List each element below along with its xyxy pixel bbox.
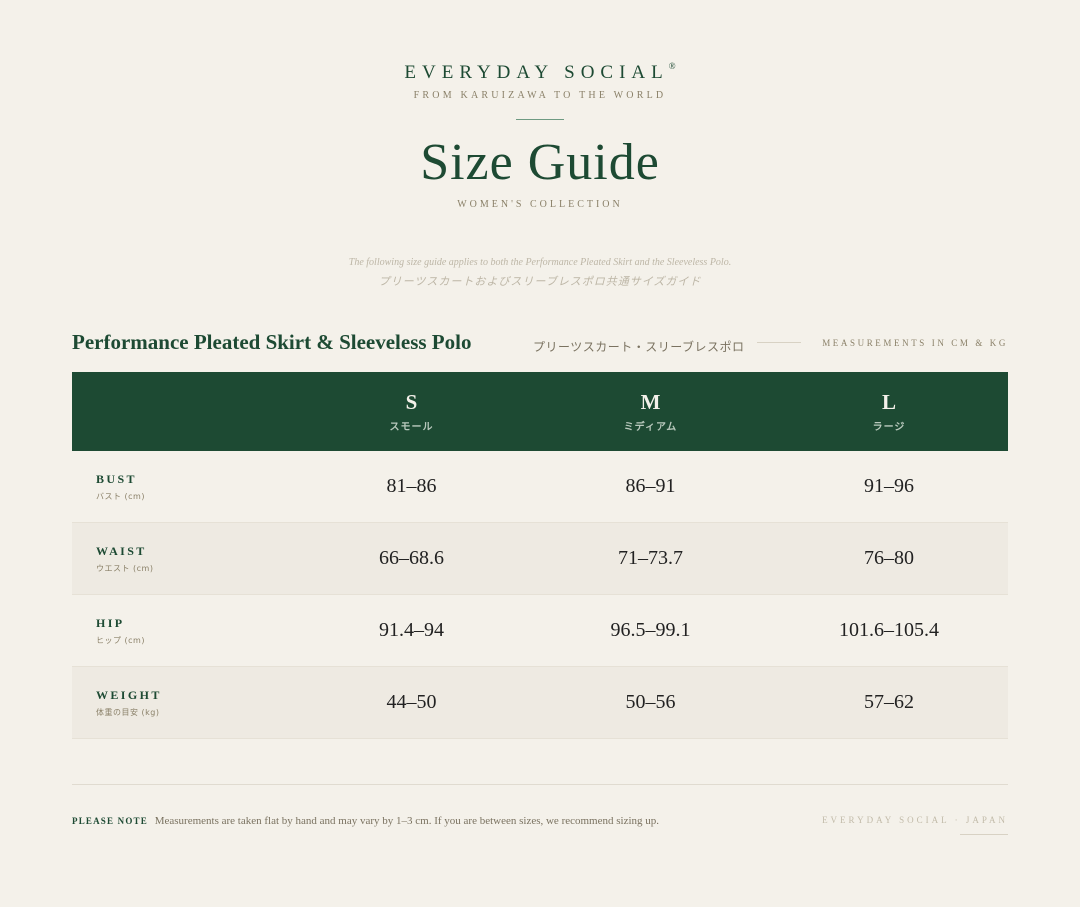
size-letter: M (640, 390, 661, 414)
table-row-waist: WAIST ウエスト (cm) 66–68.6 71–73.7 76–80 (72, 522, 1008, 595)
measurement-units: MEASUREMENTS IN CM & KG (822, 338, 1008, 348)
value-cell: 50–56 (531, 666, 770, 739)
section-title-japanese: プリーツスカート・スリーブレスポロ (533, 340, 745, 354)
note-text: Measurements are taken flat by hand and … (154, 815, 660, 827)
measurement-label: WEIGHT 体重の目安 (kg) (72, 666, 292, 739)
value-cell: 76–80 (770, 522, 1008, 595)
note-label: PLEASE NOTE (72, 816, 148, 826)
value-cell: 86–91 (531, 451, 770, 523)
measurement-name: HIP (96, 615, 125, 630)
size-header-m: M ミディアム (531, 372, 770, 451)
value-cell: 96.5–99.1 (531, 594, 770, 667)
value-cell: 91–96 (770, 451, 1008, 523)
value-cell: 91.4–94 (292, 594, 531, 667)
measurement-label: HIP ヒップ (cm) (72, 594, 292, 667)
table-row-bust: BUST バスト (cm) 81–86 86–91 91–96 (72, 451, 1008, 523)
registered-mark: ® (668, 60, 676, 71)
size-japanese: ミディアム (623, 422, 678, 433)
value-cell: 57–62 (770, 666, 1008, 739)
value-cell: 101.6–105.4 (770, 594, 1008, 667)
collection-label: WOMEN'S COLLECTION (457, 199, 623, 210)
measurement-japanese: 体重の目安 (kg) (96, 707, 160, 717)
measurement-name: WEIGHT (96, 687, 162, 702)
page-title: Size Guide (420, 134, 660, 191)
value-cell: 44–50 (292, 666, 531, 739)
measurement-name: BUST (96, 471, 137, 486)
measurement-japanese: ヒップ (cm) (96, 635, 145, 645)
footer-brand: EVERYDAY SOCIAL · JAPAN (822, 815, 1008, 825)
footer-underline (960, 834, 1008, 835)
header-divider (516, 119, 564, 120)
table-row-weight: WEIGHT 体重の目安 (kg) 44–50 50–56 57–62 (72, 666, 1008, 739)
footer-note: PLEASE NOTE Measurements are taken flat … (72, 815, 659, 827)
value-cell: 71–73.7 (531, 522, 770, 595)
size-header-row: S スモール M ミディアム L ラージ (72, 372, 1008, 451)
table-row-hip: HIP ヒップ (cm) 91.4–94 96.5–99.1 101.6–105… (72, 594, 1008, 667)
brand-tagline: FROM KARUIZAWA TO THE WORLD (413, 90, 667, 101)
measurement-name: WAIST (96, 543, 147, 558)
intro-text-japanese: プリーツスカートおよびスリーブレスポロ共通サイズガイド (378, 275, 702, 288)
section-title: Performance Pleated Skirt & Sleeveless P… (72, 330, 472, 354)
measurement-label: BUST バスト (cm) (72, 451, 292, 523)
section-divider (757, 342, 801, 343)
size-letter: L (881, 390, 896, 414)
measurement-japanese: バスト (cm) (96, 491, 145, 501)
size-table: S スモール M ミディアム L ラージ BUST バスト (cm) 81–86… (72, 372, 1008, 739)
value-cell: 66–68.6 (292, 522, 531, 595)
size-header-l: L ラージ (770, 372, 1008, 451)
footer-divider (72, 784, 1008, 785)
measurement-japanese: ウエスト (cm) (96, 563, 154, 573)
brand-name: EVERYDAY SOCIAL® (404, 60, 676, 83)
intro-text-english: The following size guide applies to both… (348, 257, 732, 268)
measurement-label: WAIST ウエスト (cm) (72, 522, 292, 595)
size-japanese: ラージ (872, 422, 906, 433)
value-cell: 81–86 (292, 451, 531, 523)
size-header-s: S スモール (292, 372, 531, 451)
size-japanese: スモール (389, 422, 434, 433)
header-empty-cell (72, 372, 292, 451)
size-letter: S (405, 390, 418, 414)
